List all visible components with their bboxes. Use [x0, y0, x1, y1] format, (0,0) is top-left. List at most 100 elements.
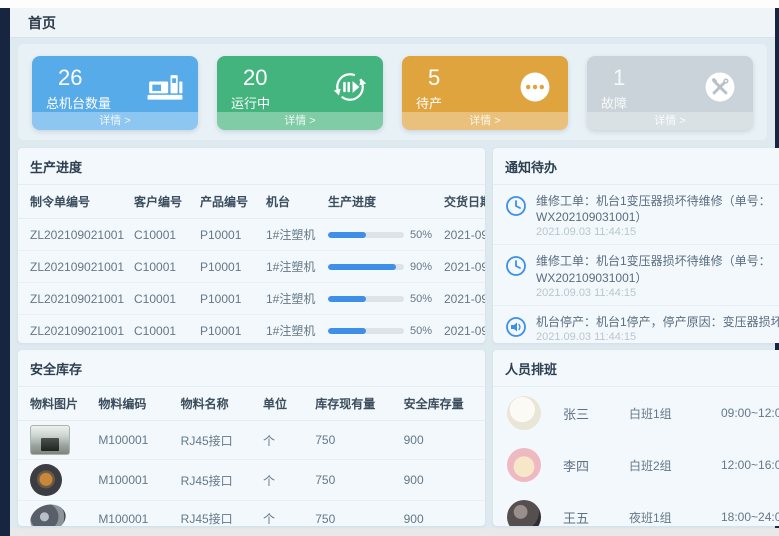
card-detail-link[interactable]: 详情 >	[32, 112, 198, 130]
card-detail-link[interactable]: 详情 >	[217, 112, 383, 130]
material-name: RJ45接口	[177, 460, 259, 501]
shift-time: 09:00~12:00	[721, 406, 779, 420]
speaker-icon	[505, 316, 527, 338]
product-no: P10001	[196, 251, 262, 283]
safety-qty: 900	[400, 501, 485, 527]
notification-item[interactable]: 机台停产：机台1停产，停产原因：变压器损坏 2021.09.03 11:44:1…	[493, 306, 779, 343]
panel-title-inventory: 安全库存	[18, 350, 485, 387]
inventory-table: 物料图片 物料编码 物料名称 单位 库存现有量 安全库存量 M100001 R	[18, 387, 485, 526]
clock-icon	[505, 195, 527, 217]
avatar	[507, 448, 541, 482]
table-row: ZL202109021001 C10001 P10001 1#注塑机 90% 2…	[18, 251, 485, 283]
running-icon	[331, 70, 369, 104]
table-row: M100001 RJ45接口 个 750 900	[18, 501, 485, 527]
production-table: 制令单编号 客户编号 产品编号 机台 生产进度 交货日期 ZL202109021…	[18, 185, 485, 343]
column-header: 安全库存量	[400, 387, 485, 421]
column-header: 产品编号	[196, 185, 262, 219]
order-no: ZL202109021001	[18, 315, 130, 344]
table-row: ZL202109021001 C10001 P10001 1#注塑机 50% 2…	[18, 283, 485, 315]
schedule-row: 张三 白班1组 09:00~12:00	[493, 387, 779, 439]
progress-bar: 50%	[328, 229, 436, 241]
material-unit: 个	[259, 501, 311, 527]
stat-label: 待产	[416, 93, 442, 112]
delivery-date: 2021-09-10	[440, 283, 485, 315]
notifications-panel: 通知待办 维修工单：机台1变压器损坏待维修（单号：WX202109031001）…	[493, 148, 779, 343]
avatar	[507, 396, 541, 430]
column-header: 物料图片	[18, 387, 94, 421]
sidebar-edge	[0, 8, 10, 536]
table-row: M100001 RJ45接口 个 750 900	[18, 460, 485, 501]
notification-message: 维修工单：机台1变压器损坏待维修（单号：WX202109031001）	[536, 193, 779, 225]
stock-qty: 750	[311, 460, 399, 501]
safety-qty: 900	[400, 421, 485, 460]
table-header-row: 物料图片 物料编码 物料名称 单位 库存现有量 安全库存量	[18, 387, 485, 421]
tab-bar: 首页	[10, 8, 775, 38]
machine-name: 1#注塑机	[262, 283, 324, 315]
table-row: M100001 RJ45接口 个 750 900	[18, 421, 485, 460]
person-name: 王五	[563, 508, 629, 527]
customer-no: C10001	[130, 219, 196, 251]
schedule-row: 王五 夜班1组 18:00~24:00	[493, 491, 779, 526]
ellipsis-icon	[516, 70, 554, 104]
notification-item[interactable]: 维修工单：机台1变压器损坏待维修（单号：WX202109031001） 2021…	[493, 185, 779, 245]
machine-name: 1#注塑机	[262, 251, 324, 283]
clock-icon	[505, 255, 527, 277]
stat-card-running[interactable]: 20 运行中 详情 >	[217, 56, 383, 130]
column-header: 交货日期	[440, 185, 485, 219]
rj45-connector-image	[30, 425, 70, 455]
shift-name: 白班2组	[629, 457, 721, 474]
table-header-row: 制令单编号 客户编号 产品编号 机台 生产进度 交货日期	[18, 185, 485, 219]
notification-time: 2021.09.03 11:44:15	[536, 287, 779, 299]
stat-label: 总机台数量	[46, 93, 111, 112]
material-name: RJ45接口	[177, 421, 259, 460]
progress-bar: 90%	[328, 261, 436, 273]
table-row: ZL202109021001 C10001 P10001 1#注塑机 50% 2…	[18, 315, 485, 344]
card-detail-link[interactable]: 详情 >	[587, 112, 753, 130]
notification-message: 维修工单：机台1变压器损坏待维修（单号：WX202109031001）	[536, 253, 779, 285]
progress-bar: 50%	[328, 325, 436, 337]
customer-no: C10001	[130, 315, 196, 344]
person-name: 张三	[563, 404, 629, 423]
stock-qty: 750	[311, 501, 399, 527]
production-progress-panel: 生产进度 制令单编号 客户编号 产品编号 机台 生产进度 交货日期	[18, 148, 485, 343]
stat-card-total-machines[interactable]: 26 总机台数量 详情 >	[32, 56, 198, 130]
shift-name: 夜班1组	[629, 509, 721, 526]
column-header: 物料名称	[177, 387, 259, 421]
column-header: 机台	[262, 185, 324, 219]
personnel-schedule-panel: 人员排班 张三 白班1组 09:00~12:00 李四 白班2组 12:00~1…	[493, 350, 779, 526]
panel-title-production: 生产进度	[18, 148, 485, 185]
material-unit: 个	[259, 421, 311, 460]
stat-value: 26	[58, 65, 82, 91]
shift-time: 18:00~24:00	[721, 510, 779, 524]
order-no: ZL202109021001	[18, 251, 130, 283]
stat-label: 运行中	[231, 93, 270, 112]
stat-card-waiting[interactable]: 5 待产 详情 >	[402, 56, 568, 130]
schedule-row: 李四 白班2组 12:00~16:00	[493, 439, 779, 491]
avatar	[507, 500, 541, 526]
material-code: M100001	[94, 501, 176, 527]
main-content: 首页 26 总机台数量 详情 > 20 运行中	[10, 8, 775, 528]
customer-no: C10001	[130, 283, 196, 315]
order-no: ZL202109021001	[18, 219, 130, 251]
machine-name: 1#注塑机	[262, 315, 324, 344]
column-header: 客户编号	[130, 185, 196, 219]
material-code: M100001	[94, 421, 176, 460]
product-no: P10001	[196, 283, 262, 315]
progress-bar: 50%	[328, 293, 436, 305]
notification-time: 2021.09.03 11:44:15	[536, 226, 779, 238]
shift-time: 12:00~16:00	[721, 458, 779, 472]
tab-home[interactable]: 首页	[28, 13, 56, 33]
card-detail-link[interactable]: 详情 >	[402, 112, 568, 130]
safety-qty: 900	[400, 460, 485, 501]
window-bottom-edge	[10, 528, 779, 536]
panel-title-notifications: 通知待办	[493, 148, 779, 185]
round-speaker-image	[30, 464, 62, 496]
column-header: 制令单编号	[18, 185, 130, 219]
column-header: 生产进度	[324, 185, 440, 219]
speaker-driver-image	[27, 500, 70, 526]
stat-card-fault[interactable]: 1 故障 详情 >	[587, 56, 753, 130]
order-no: ZL202109021001	[18, 283, 130, 315]
machine-name: 1#注塑机	[262, 219, 324, 251]
notification-item[interactable]: 维修工单：机台1变压器损坏待维修（单号：WX202109031001） 2021…	[493, 245, 779, 305]
stat-value: 20	[243, 65, 267, 91]
